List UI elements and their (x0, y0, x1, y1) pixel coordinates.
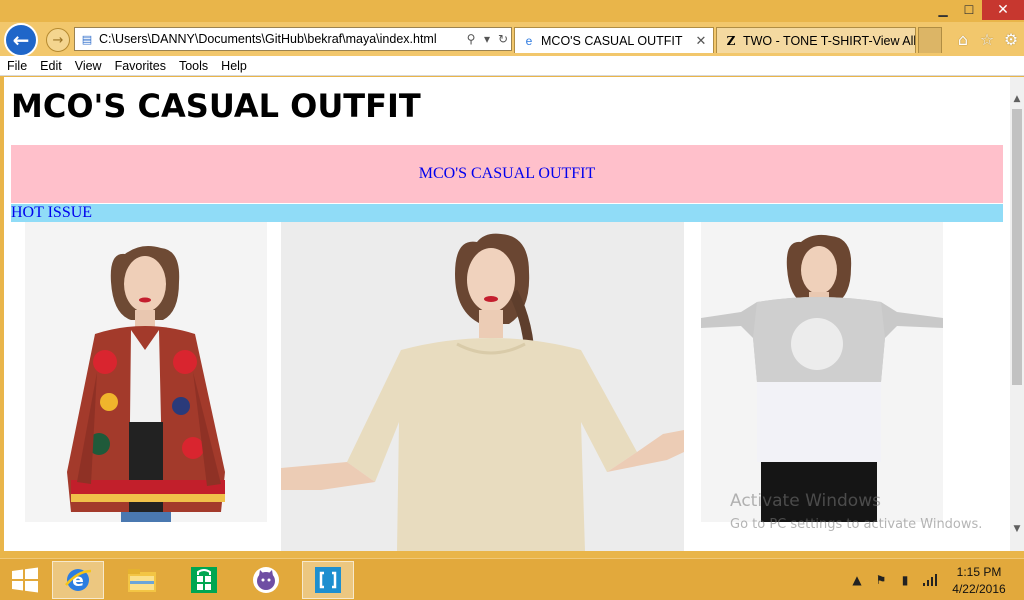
brackets-icon (315, 567, 341, 593)
banner-text: MCO'S CASUAL OUTFIT (418, 165, 596, 182)
close-tab-icon[interactable]: ✕ (693, 33, 709, 49)
menu-bar: File Edit View Favorites Tools Help (0, 56, 1024, 76)
taskbar-github[interactable] (240, 561, 292, 599)
menu-view[interactable]: View (68, 59, 108, 73)
menu-favorites[interactable]: Favorites (108, 59, 172, 73)
activate-windows-subtitle: Go to PC settings to activate Windows. (730, 517, 983, 532)
action-center-flag-icon[interactable]: ⚑ (872, 569, 890, 591)
tab-label: MCO'S CASUAL OUTFIT (541, 33, 683, 48)
taskbar-store[interactable] (178, 561, 230, 599)
menu-edit[interactable]: Edit (33, 59, 68, 73)
store-icon (191, 567, 217, 593)
hot-issue-bar: HOT ISSUE (11, 204, 1003, 222)
ie-page-icon: e (525, 33, 533, 48)
forward-button[interactable]: → (46, 28, 70, 52)
maximize-button[interactable]: ☐ (956, 0, 982, 20)
refresh-icon[interactable]: ↻ (495, 32, 511, 46)
tab-two-tone-tshirt[interactable]: Z TWO - TONE T-SHIRT-View All... (716, 27, 916, 53)
internet-explorer-icon: e (65, 569, 92, 591)
address-bar[interactable]: ▤ C:\Users\DANNY\Documents\GitHub\bekraf… (74, 27, 512, 51)
windows-logo-icon (12, 567, 38, 593)
scroll-down-arrow-icon[interactable]: ▼ (1010, 521, 1024, 537)
menu-help[interactable]: Help (214, 59, 253, 73)
page-viewport: MCO'S CASUAL OUTFIT MCO'S CASUAL OUTFIT … (4, 77, 1010, 551)
clock-date[interactable]: 4/22/2016 (952, 582, 1006, 596)
taskbar-brackets[interactable] (302, 561, 354, 599)
file-explorer-icon (128, 569, 156, 592)
taskbar-file-explorer[interactable] (116, 561, 168, 599)
zara-z-icon: Z (726, 33, 736, 48)
page-heading: MCO'S CASUAL OUTFIT (11, 87, 421, 125)
back-arrow-icon: ← (12, 28, 30, 52)
navigation-bar: ← → ▤ C:\Users\DANNY\Documents\GitHub\be… (0, 22, 1024, 57)
menu-file[interactable]: File (0, 59, 33, 73)
github-icon (253, 567, 279, 593)
tab-label: TWO - TONE T-SHIRT-View All... (743, 33, 915, 48)
activate-windows-title: Activate Windows (730, 491, 881, 511)
pink-banner: MCO'S CASUAL OUTFIT (11, 145, 1003, 203)
favorites-star-icon[interactable]: ☆ (978, 30, 996, 49)
scroll-up-arrow-icon[interactable]: ▲ (1010, 91, 1024, 107)
home-icon[interactable]: ⌂ (954, 30, 972, 49)
show-hidden-icons-icon[interactable]: ▲ (850, 569, 864, 591)
back-button[interactable]: ← (4, 23, 38, 57)
minimize-button[interactable]: ▁ (930, 0, 956, 20)
search-icon[interactable]: ⚲ (463, 32, 479, 46)
dropdown-arrow-icon[interactable]: ▾ (479, 32, 495, 46)
settings-gear-icon[interactable]: ⚙ (1002, 30, 1020, 49)
tab-mco-casual-outfit[interactable]: e MCO'S CASUAL OUTFIT ✕ (514, 27, 714, 53)
woman-in-two-tone-tshirt-photo (701, 222, 943, 522)
new-tab-button[interactable] (918, 27, 942, 53)
menu-tools[interactable]: Tools (172, 59, 214, 73)
taskbar: e ▲ ⚑ ▮ 1:15 PM 4/22/2016 (0, 558, 1024, 600)
scroll-thumb[interactable] (1012, 109, 1022, 385)
hot-issue-label: HOT ISSUE (11, 204, 93, 221)
close-window-button[interactable]: ✕ (982, 0, 1024, 20)
clock-time[interactable]: 1:15 PM (952, 565, 1006, 579)
vertical-scrollbar[interactable]: ▲ ▼ (1010, 77, 1024, 551)
woman-in-embroidered-jacket-photo (25, 222, 267, 522)
title-bar: ▁ ☐ ✕ (0, 0, 1024, 22)
address-text[interactable]: C:\Users\DANNY\Documents\GitHub\bekraf\m… (99, 32, 463, 46)
woman-in-beige-tshirt-photo (281, 222, 684, 551)
battery-icon[interactable]: ▮ (896, 569, 914, 591)
page-file-icon: ▤ (81, 32, 93, 46)
network-signal-icon[interactable] (920, 569, 940, 591)
forward-arrow-icon: → (52, 32, 64, 48)
start-button[interactable] (10, 567, 40, 593)
taskbar-internet-explorer[interactable]: e (52, 561, 104, 599)
